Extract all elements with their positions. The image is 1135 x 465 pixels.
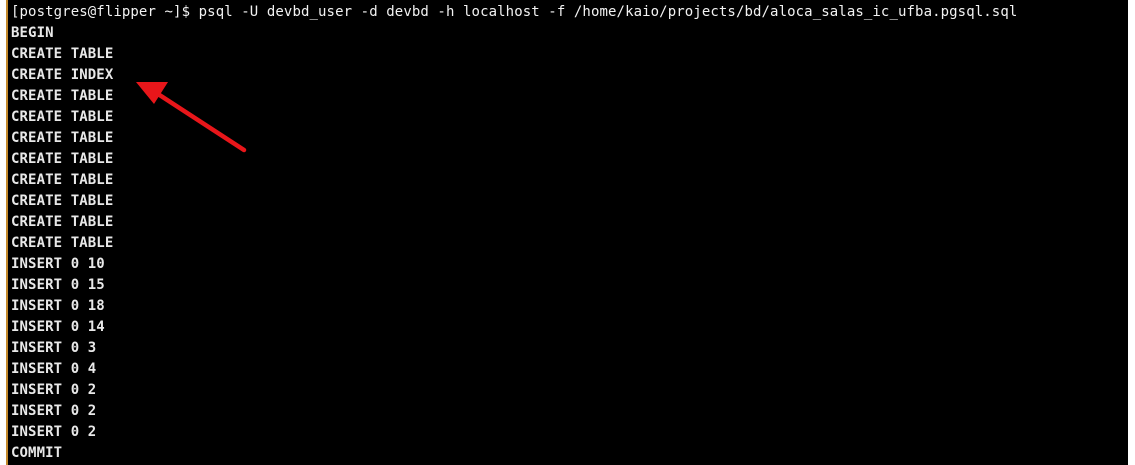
terminal-output: [postgres@flipper ~]$ psql -U devbd_user… [8, 2, 1017, 464]
output-line: INSERT 0 14 [11, 319, 105, 335]
output-line: COMMIT [11, 445, 63, 461]
output-line: INSERT 0 2 [11, 424, 97, 440]
output-line: INSERT 0 4 [11, 361, 97, 377]
output-line: CREATE TABLE [11, 172, 114, 188]
output-line: CREATE TABLE [11, 88, 114, 104]
output-line: CREATE TABLE [11, 193, 114, 209]
output-line: INSERT 0 15 [11, 277, 105, 293]
output-line: INSERT 0 10 [11, 256, 105, 272]
output-line: BEGIN [11, 25, 54, 41]
output-line: CREATE TABLE [11, 109, 114, 125]
output-line: INSERT 0 2 [11, 403, 97, 419]
output-line: INSERT 0 18 [11, 298, 105, 314]
terminal-window[interactable]: [postgres@flipper ~]$ psql -U devbd_user… [6, 0, 1128, 465]
output-line: CREATE TABLE [11, 130, 114, 146]
output-line: CREATE TABLE [11, 46, 114, 62]
output-line: CREATE TABLE [11, 235, 114, 251]
output-line: CREATE TABLE [11, 214, 114, 230]
output-line: INSERT 0 3 [11, 340, 97, 356]
command-line: [postgres@flipper ~]$ psql -U devbd_user… [11, 4, 1018, 20]
output-line-create-index: CREATE INDEX [11, 67, 114, 83]
output-line: CREATE TABLE [11, 151, 114, 167]
output-line: INSERT 0 2 [11, 382, 97, 398]
